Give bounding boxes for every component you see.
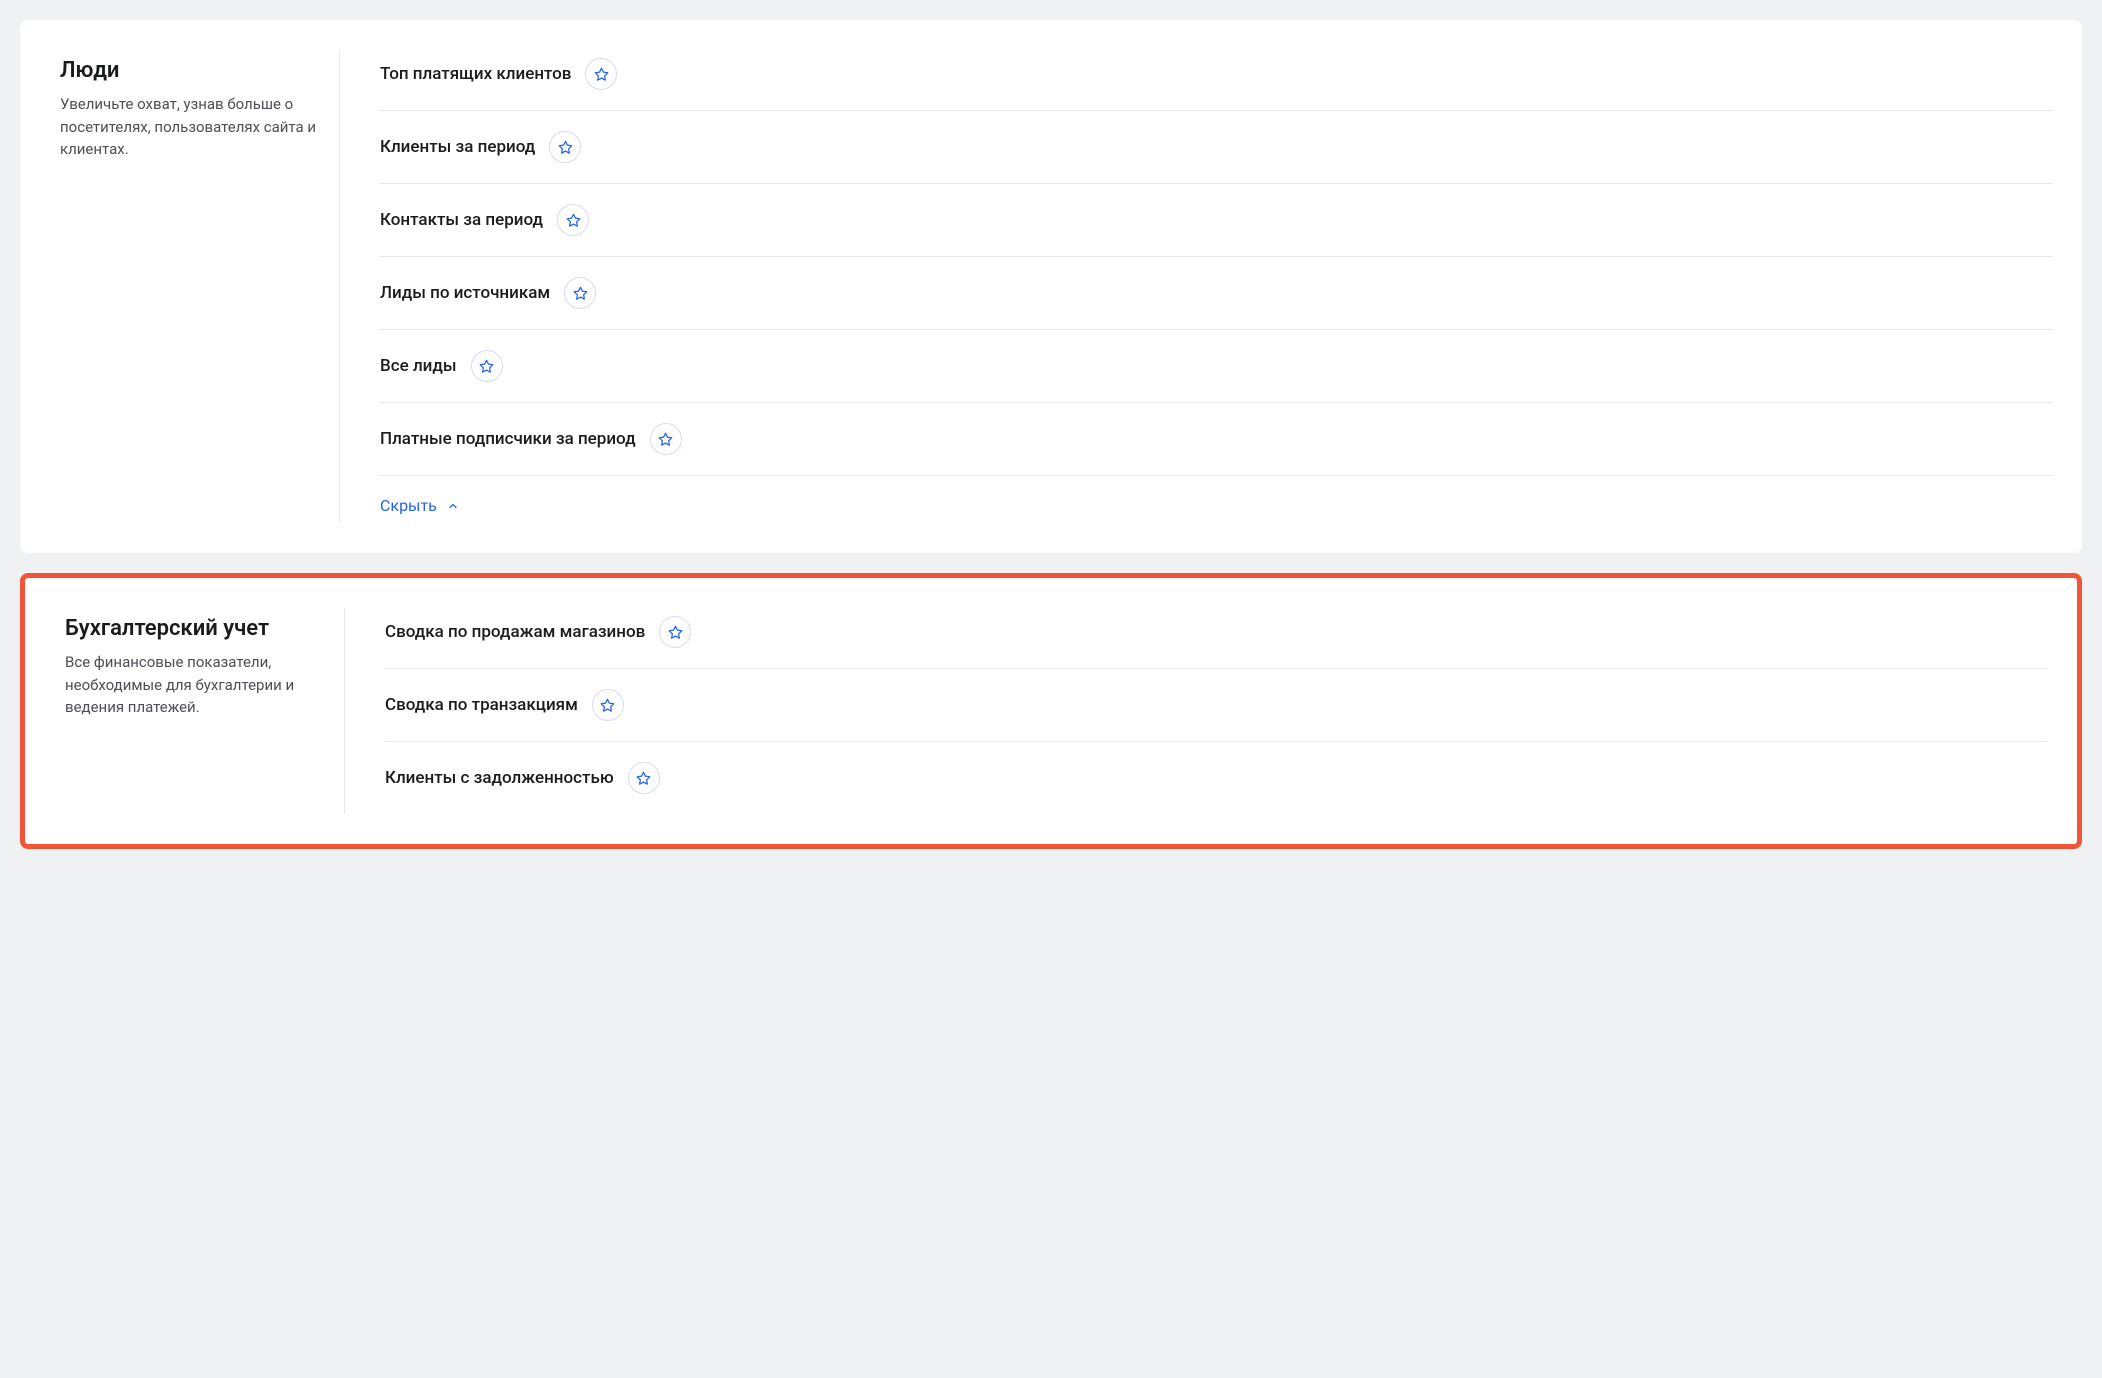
favorite-button[interactable] <box>650 423 682 455</box>
favorite-button[interactable] <box>592 689 624 721</box>
report-item-label: Сводка по продажам магазинов <box>385 622 645 642</box>
report-item-label: Все лиды <box>380 356 457 376</box>
collapse-button[interactable]: Скрыть <box>380 476 2052 523</box>
report-item-customers-with-debt[interactable]: Клиенты с задолженностью <box>385 742 2047 814</box>
collapse-label: Скрыть <box>380 496 437 515</box>
star-icon <box>558 140 573 155</box>
report-item-label: Клиенты за период <box>380 137 535 157</box>
star-icon <box>573 286 588 301</box>
report-item-top-paying-customers[interactable]: Топ платящих клиентов <box>380 50 2052 111</box>
favorite-button[interactable] <box>585 58 617 90</box>
report-item-label: Платные подписчики за период <box>380 429 636 449</box>
section-card-people: Люди Увеличьте охват, узнав больше о пос… <box>20 20 2082 553</box>
section-title: Люди <box>60 58 319 83</box>
favorite-button[interactable] <box>659 616 691 648</box>
report-item-paid-subscribers-over-time[interactable]: Платные подписчики за период <box>380 403 2052 476</box>
star-icon <box>479 359 494 374</box>
favorite-button[interactable] <box>564 277 596 309</box>
report-item-store-sales-summary[interactable]: Сводка по продажам магазинов <box>385 608 2047 669</box>
section-left: Бухгалтерский учет Все финансовые показа… <box>65 608 345 814</box>
report-item-label: Контакты за период <box>380 210 543 230</box>
section-right: Топ платящих клиентов Клиенты за период … <box>380 50 2052 523</box>
star-icon <box>594 67 609 82</box>
favorite-button[interactable] <box>557 204 589 236</box>
section-description: Все финансовые показатели, необходимые д… <box>65 651 324 719</box>
star-icon <box>658 432 673 447</box>
report-item-label: Топ платящих клиентов <box>380 64 571 84</box>
star-icon <box>668 625 683 640</box>
report-item-leads-by-source[interactable]: Лиды по источникам <box>380 257 2052 330</box>
section-card-accounting: Бухгалтерский учет Все финансовые показа… <box>20 573 2082 849</box>
favorite-button[interactable] <box>628 762 660 794</box>
chevron-up-icon <box>447 500 459 512</box>
section-right: Сводка по продажам магазинов Сводка по т… <box>385 608 2047 814</box>
section-title: Бухгалтерский учет <box>65 616 324 641</box>
report-item-customers-over-time[interactable]: Клиенты за период <box>380 111 2052 184</box>
section-left: Люди Увеличьте охват, узнав больше о пос… <box>60 50 340 523</box>
report-item-transactions-summary[interactable]: Сводка по транзакциям <box>385 669 2047 742</box>
report-item-label: Сводка по транзакциям <box>385 695 578 715</box>
star-icon <box>636 771 651 786</box>
report-item-contacts-over-time[interactable]: Контакты за период <box>380 184 2052 257</box>
report-item-label: Лиды по источникам <box>380 283 550 303</box>
report-item-label: Клиенты с задолженностью <box>385 768 614 788</box>
report-item-all-leads[interactable]: Все лиды <box>380 330 2052 403</box>
favorite-button[interactable] <box>471 350 503 382</box>
star-icon <box>600 698 615 713</box>
section-description: Увеличьте охват, узнав больше о посетите… <box>60 93 319 161</box>
star-icon <box>566 213 581 228</box>
favorite-button[interactable] <box>549 131 581 163</box>
